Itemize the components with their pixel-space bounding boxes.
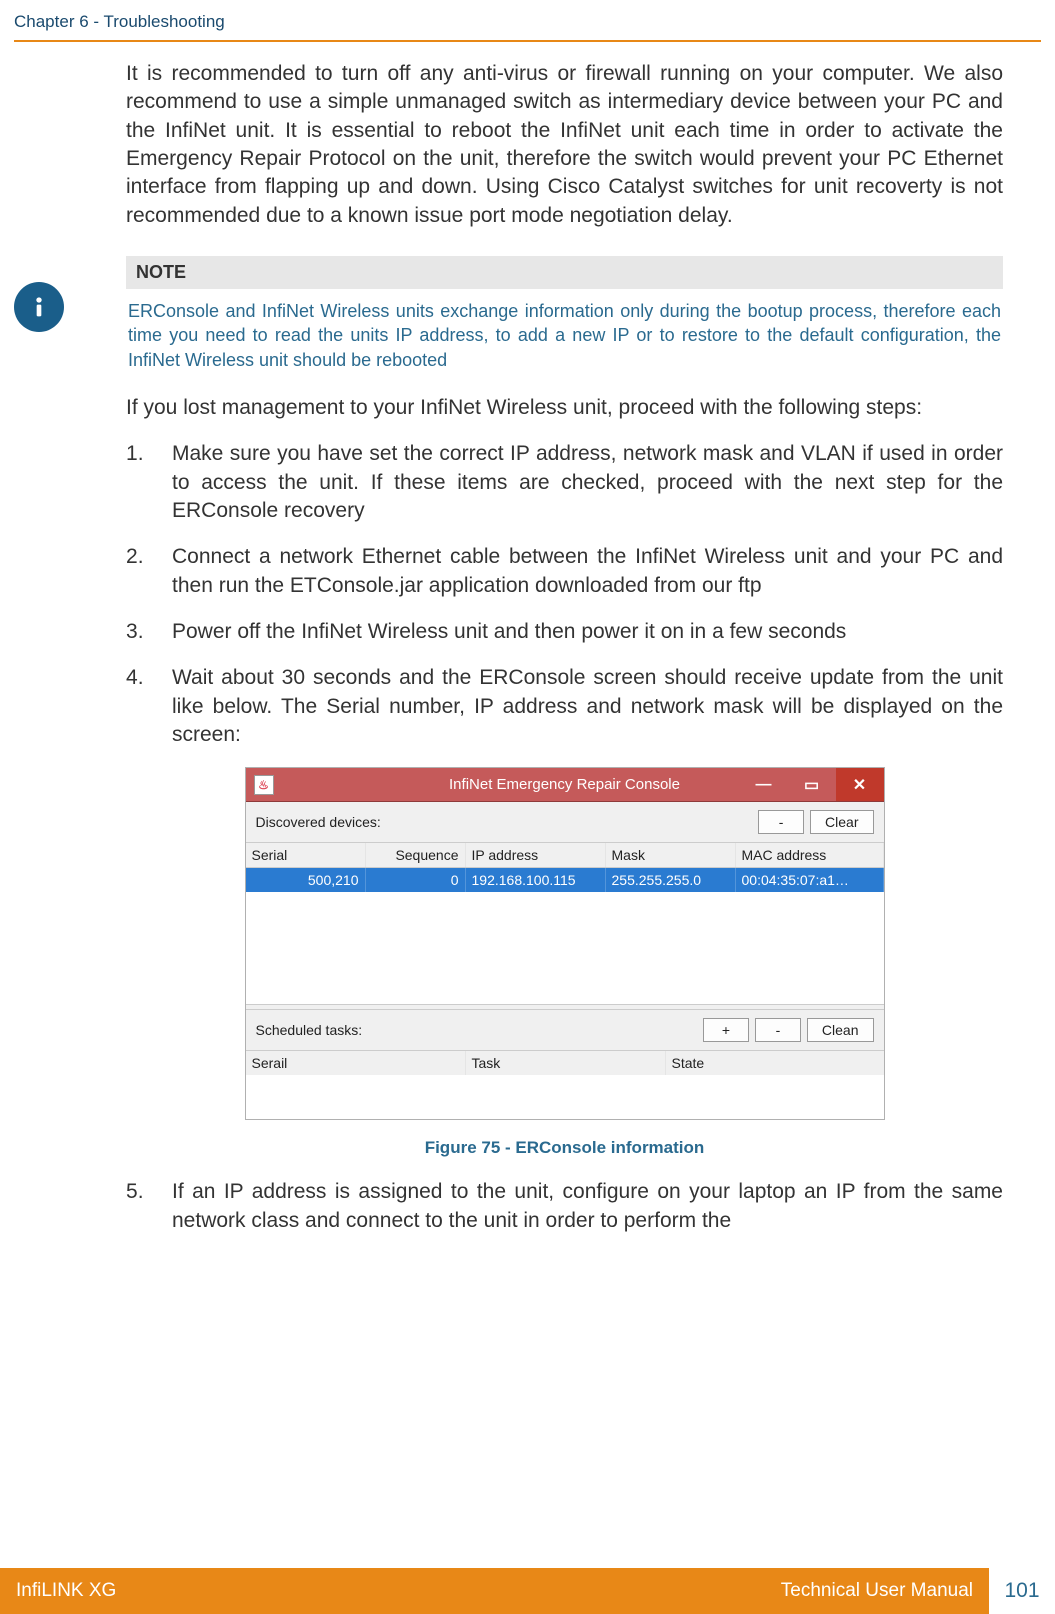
discovered-grid-header: Serial Sequence IP address Mask MAC addr… [246,842,884,867]
step-item: Wait about 30 seconds and the ERConsole … [126,664,1003,749]
footer-bar: InfiLINK XG Technical User Manual [0,1568,989,1614]
note-body: ERConsole and InfiNet Wireless units exc… [126,299,1003,376]
plus-button[interactable]: + [703,1018,749,1042]
step-item: Connect a network Ethernet cable between… [126,543,1003,600]
footer-product: InfiLINK XG [16,1580,116,1602]
steps-list: Make sure you have set the correct IP ad… [126,440,1003,749]
cell-sequence: 0 [366,868,466,892]
page-header: Chapter 6 - Troubleshooting [0,0,1055,40]
cell-mask: 255.255.255.0 [606,868,736,892]
discovered-toolbar: Discovered devices: - Clear [246,802,884,842]
step-item: Make sure you have set the correct IP ad… [126,440,1003,525]
note-block: NOTE ERConsole and InfiNet Wireless unit… [126,256,1003,376]
step-item: Power off the InfiNet Wireless unit and … [126,618,1003,646]
maximize-button[interactable]: ▭ [788,768,836,801]
figure-caption: Figure 75 - ERConsole information [425,1138,705,1158]
col-mac: MAC address [736,843,884,867]
col-ip: IP address [466,843,606,867]
close-button[interactable]: ✕ [836,768,884,801]
clean-button[interactable]: Clean [807,1018,874,1042]
minus-button-2[interactable]: - [755,1018,801,1042]
cell-mac: 00:04:35:07:a1… [736,868,884,892]
window-titlebar: ♨ InfiNet Emergency Repair Console ― ▭ ✕ [246,768,884,802]
discovered-row-selected[interactable]: 500,210 0 192.168.100.115 255.255.255.0 … [246,867,884,892]
cell-serial: 500,210 [246,868,366,892]
col-sequence: Sequence [366,843,466,867]
discovered-label: Discovered devices: [256,814,381,830]
steps-list-cont: If an IP address is assigned to the unit… [126,1178,1003,1235]
cell-ip: 192.168.100.115 [466,868,606,892]
erconsole-window: ♨ InfiNet Emergency Repair Console ― ▭ ✕… [245,767,885,1120]
note-heading: NOTE [126,256,1003,289]
col-serial: Serial [246,843,366,867]
minus-button[interactable]: - [758,810,804,834]
col-state: State [666,1051,884,1075]
step-item: If an IP address is assigned to the unit… [126,1178,1003,1235]
page-footer: InfiLINK XG Technical User Manual 101 [0,1568,1055,1614]
info-icon [14,282,64,332]
clear-button[interactable]: Clear [810,810,873,834]
discovered-grid-blank [246,892,884,1004]
steps-intro: If you lost management to your InfiNet W… [126,394,1003,422]
figure: ♨ InfiNet Emergency Repair Console ― ▭ ✕… [126,767,1003,1158]
col-serail: Serail [246,1051,466,1075]
scheduled-grid-blank [246,1075,884,1119]
minimize-button[interactable]: ― [740,768,788,801]
page-number: 101 [989,1568,1055,1614]
col-task: Task [466,1051,666,1075]
scheduled-toolbar: Scheduled tasks: + - Clean [246,1010,884,1050]
scheduled-grid-header: Serail Task State [246,1050,884,1075]
footer-manual: Technical User Manual [781,1580,973,1602]
intro-paragraph: It is recommended to turn off any anti-v… [126,60,1003,230]
page-content: It is recommended to turn off any anti-v… [0,42,1055,1235]
scheduled-label: Scheduled tasks: [256,1022,363,1038]
java-icon: ♨ [254,775,274,795]
window-controls: ― ▭ ✕ [740,768,884,801]
col-mask: Mask [606,843,736,867]
